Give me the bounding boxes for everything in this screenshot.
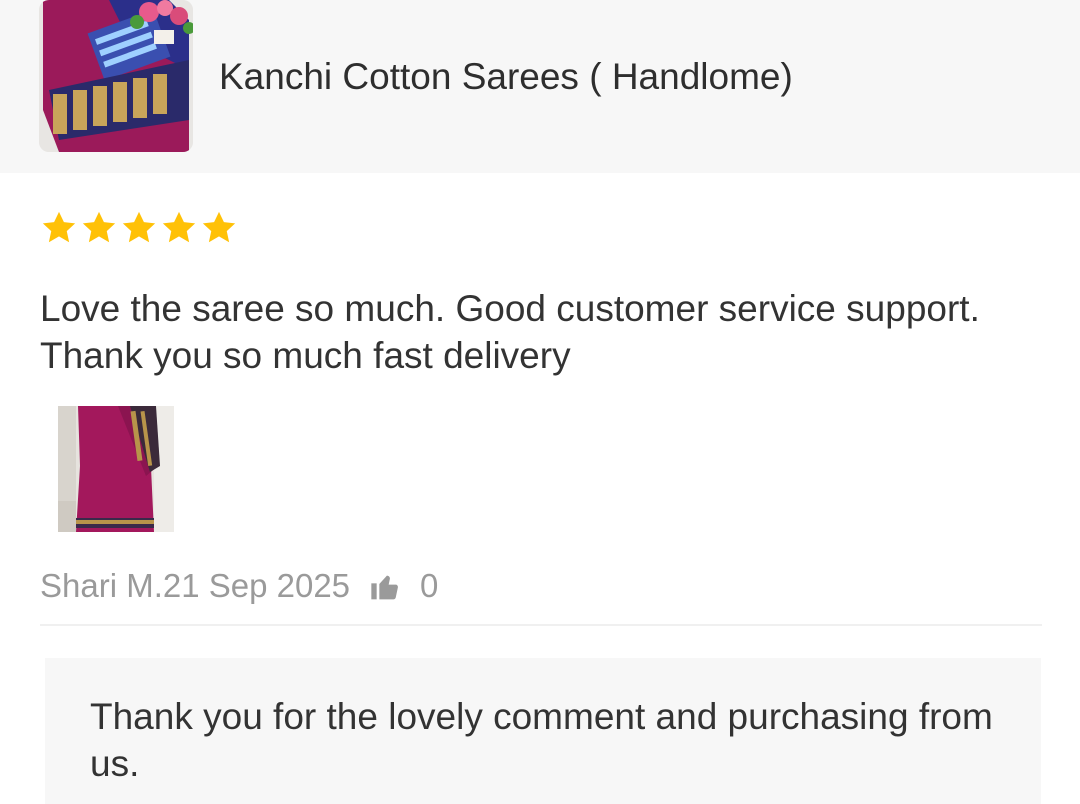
- seller-reply-text: Thank you for the lovely comment and pur…: [90, 696, 993, 784]
- star-icon: [202, 211, 236, 243]
- review-photo[interactable]: [58, 406, 174, 532]
- star-icon: [162, 211, 196, 243]
- product-header[interactable]: Kanchi Cotton Sarees ( Handlome): [0, 0, 1080, 173]
- like-button[interactable]: 0: [370, 567, 438, 605]
- divider: [40, 624, 1042, 626]
- star-icon: [82, 211, 116, 243]
- product-title[interactable]: Kanchi Cotton Sarees ( Handlome): [219, 55, 793, 99]
- star-rating: [40, 207, 238, 249]
- review-meta: Shari M.21 Sep 2025 0: [40, 566, 438, 606]
- product-thumbnail[interactable]: [39, 0, 193, 152]
- seller-reply: Thank you for the lovely comment and pur…: [45, 658, 1041, 804]
- star-icon: [122, 211, 156, 243]
- like-count: 0: [420, 567, 439, 604]
- review-text: Love the saree so much. Good customer se…: [40, 288, 980, 376]
- thumbs-up-icon[interactable]: [370, 570, 402, 602]
- star-icon: [42, 211, 76, 243]
- review-author-date: Shari M.21 Sep 2025: [40, 567, 351, 604]
